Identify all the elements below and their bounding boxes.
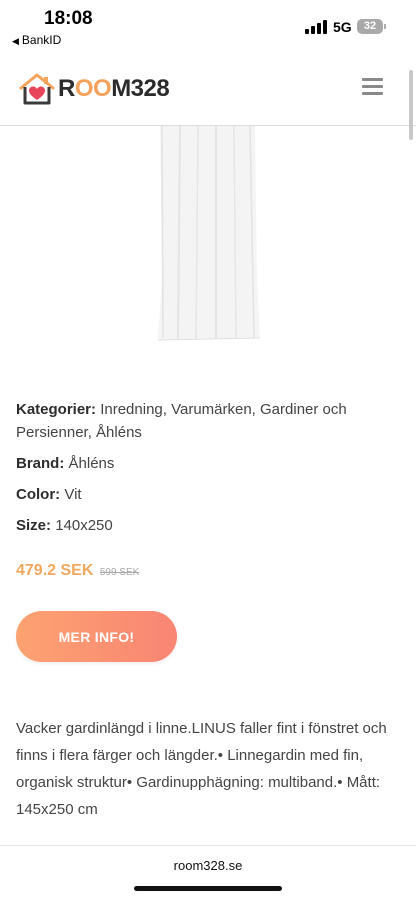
- battery-level: 32: [363, 20, 377, 32]
- color-label: Color:: [16, 486, 61, 503]
- house-heart-icon: [19, 73, 55, 105]
- curtain-illustration: [157, 125, 261, 341]
- back-arrow-icon: ◀: [12, 36, 19, 46]
- product-details: Kategorier: Inredning, Varumärken, Gardi…: [16, 398, 396, 545]
- price-block: 479.2 SEK 599 SEK: [16, 562, 139, 580]
- size-value: 140x250: [55, 517, 113, 534]
- network-label: 5G: [333, 19, 352, 35]
- product-description: Vacker gardinlängd i linne.LINUS faller …: [16, 720, 387, 818]
- home-indicator[interactable]: [134, 886, 282, 891]
- color-row: Color: Vit: [16, 483, 396, 506]
- clock: 18:08: [44, 8, 93, 29]
- brand-value: Åhléns: [68, 455, 115, 472]
- site-header: ROOM328: [0, 52, 416, 126]
- signal-icon: [305, 20, 327, 34]
- size-row: Size: 140x250: [16, 514, 396, 537]
- status-bar: 18:08 ◀ BankID 5G 32: [0, 0, 416, 52]
- site-logo[interactable]: ROOM328: [18, 72, 170, 106]
- back-to-app-link[interactable]: ◀ BankID: [12, 33, 61, 47]
- brand-label: Brand:: [16, 455, 65, 472]
- original-price: 599 SEK: [99, 567, 140, 578]
- color-value: Vit: [64, 486, 82, 503]
- page-scrollbar[interactable]: [409, 70, 413, 140]
- url-text[interactable]: room328.se: [0, 858, 416, 873]
- back-app-label: BankID: [21, 33, 62, 47]
- browser-url-bar[interactable]: room328.se: [0, 845, 416, 901]
- product-image: [150, 125, 265, 342]
- more-info-button[interactable]: MER INFO!: [16, 611, 177, 662]
- battery-icon: 32: [357, 19, 386, 34]
- category-row: Kategorier: Inredning, Varumärken, Gardi…: [16, 398, 396, 444]
- size-label: Size:: [16, 517, 52, 534]
- sale-price: 479.2 SEK: [16, 562, 94, 579]
- brand-row: Brand: Åhléns: [16, 452, 396, 475]
- logo-wordmark: ROOM328: [58, 75, 170, 102]
- hamburger-menu-icon[interactable]: [362, 78, 383, 95]
- category-label: Kategorier:: [16, 401, 97, 418]
